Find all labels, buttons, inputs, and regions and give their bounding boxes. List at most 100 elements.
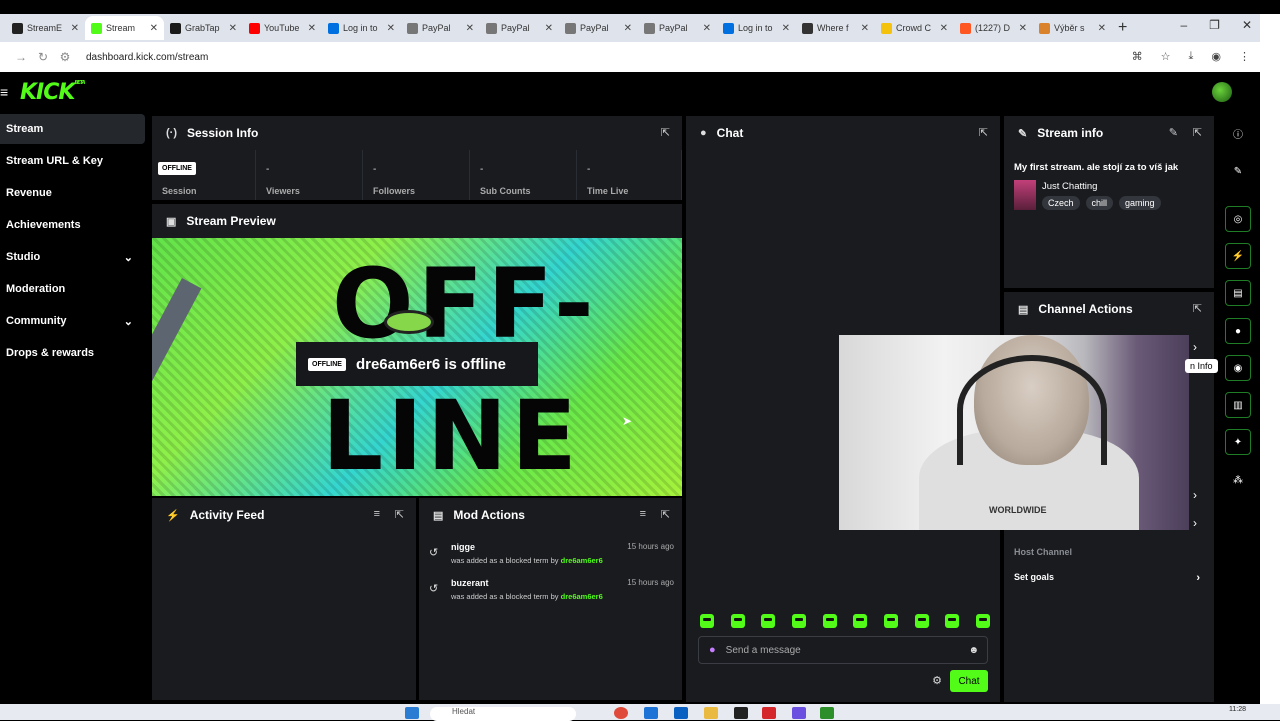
nvidia-icon[interactable] [820, 707, 834, 719]
stream-tag[interactable]: gaming [1119, 196, 1161, 210]
info-icon[interactable]: ⓘ [1225, 120, 1251, 146]
more-widgets-icon[interactable]: ⁂ [1225, 467, 1251, 493]
chat-send-button[interactable]: Chat [950, 670, 988, 692]
tools-widget-icon[interactable]: ✦ [1225, 429, 1251, 455]
sidebar-item-achievements[interactable]: Achievements [0, 210, 145, 240]
site-settings-icon[interactable]: ⚙ [54, 50, 76, 64]
chevron-right-icon[interactable]: › [1193, 516, 1197, 530]
emote-icon[interactable] [945, 614, 960, 628]
browser-tab[interactable]: Where f ✕ [796, 16, 875, 40]
browser-tab[interactable]: PayPal ✕ [638, 16, 717, 40]
filter-icon[interactable]: ≡ [640, 508, 646, 520]
sidebar-item-drops-rewards[interactable]: Drops & rewards [0, 338, 145, 368]
taskbar-search[interactable]: Hledat [430, 707, 576, 721]
set-goals-row[interactable]: Set goals › [1014, 572, 1204, 584]
emote-icon[interactable] [883, 614, 898, 628]
emote-icon[interactable] [914, 614, 929, 628]
sidebar-item-revenue[interactable]: Revenue [0, 178, 145, 208]
browser-tab[interactable]: PayPal ✕ [480, 16, 559, 40]
tab-close-icon[interactable]: ✕ [861, 23, 869, 34]
browser-tab[interactable]: PayPal ✕ [559, 16, 638, 40]
tab-close-icon[interactable]: ✕ [940, 23, 948, 34]
hamburger-menu-icon[interactable]: ≡ [0, 84, 8, 100]
sidebar-item-stream[interactable]: Stream [0, 114, 145, 144]
sidebar-item-studio[interactable]: Studio ⌄ [0, 242, 145, 272]
emote-icon[interactable] [853, 614, 868, 628]
reload-icon[interactable]: ↻ [32, 50, 54, 64]
tab-close-icon[interactable]: ✕ [624, 23, 632, 34]
popout-icon[interactable]: ⇱ [395, 508, 404, 521]
browser-tab[interactable]: PayPal ✕ [401, 16, 480, 40]
filter-icon[interactable]: ≡ [374, 508, 380, 520]
tab-close-icon[interactable]: ✕ [466, 23, 474, 34]
minimize-icon[interactable]: – [1180, 18, 1187, 32]
actions-widget-icon[interactable]: ▥ [1225, 392, 1251, 418]
tab-close-icon[interactable]: ✕ [545, 23, 553, 34]
tab-close-icon[interactable]: ✕ [150, 23, 158, 34]
kick-logo[interactable]: KICKBETA [20, 80, 86, 105]
maximize-icon[interactable]: ❐ [1209, 18, 1220, 32]
pencil-icon[interactable]: ✎ [1225, 158, 1251, 184]
popout-icon[interactable]: ⇱ [1193, 126, 1202, 139]
host-channel-row[interactable]: Host Channel [1014, 547, 1204, 557]
tab-close-icon[interactable]: ✕ [1019, 23, 1027, 34]
stream-tag[interactable]: Czech [1042, 196, 1080, 210]
chevron-right-icon[interactable]: › [1193, 488, 1197, 502]
profile-icon[interactable]: ◉ [1211, 50, 1221, 63]
browser-tab[interactable]: StreamE ✕ [6, 16, 85, 40]
browser-tab[interactable]: Výběr s ✕ [1033, 16, 1112, 40]
bookmark-star-icon[interactable]: ☆ [1161, 50, 1171, 63]
moderator-name[interactable]: dre6am6er6 [561, 556, 603, 565]
activity-widget-icon[interactable]: ⚡ [1225, 243, 1251, 269]
popout-icon[interactable]: ⇱ [1193, 302, 1202, 315]
emote-icon[interactable] [822, 614, 837, 628]
browser-tab[interactable]: Stream ✕ [85, 16, 164, 40]
folder-icon[interactable] [704, 707, 718, 719]
session-widget-icon[interactable]: ◎ [1225, 206, 1251, 232]
emote-icon[interactable] [700, 614, 714, 628]
chat-settings-gear-icon[interactable]: ⚙ [932, 674, 942, 687]
moderator-name[interactable]: dre6am6er6 [561, 592, 603, 601]
popout-icon[interactable]: ⇱ [979, 126, 988, 139]
tab-close-icon[interactable]: ✕ [1098, 23, 1106, 34]
chat-widget-icon[interactable]: ● [1225, 318, 1251, 344]
emote-icon[interactable] [975, 614, 990, 628]
sidebar-item-stream-url-key[interactable]: Stream URL & Key [0, 146, 145, 176]
url-field[interactable]: dashboard.kick.com/stream [86, 52, 208, 63]
tab-close-icon[interactable]: ✕ [387, 23, 395, 34]
chat-message-input[interactable]: ● Send a message ☻ [698, 636, 988, 664]
browser-tab[interactable]: (1227) D ✕ [954, 16, 1033, 40]
outlook-icon[interactable] [674, 707, 688, 719]
browser-tab[interactable]: Crowd C ✕ [875, 16, 954, 40]
chevron-right-icon[interactable]: › [1193, 340, 1197, 354]
emoji-picker-icon[interactable]: ☻ [968, 645, 979, 656]
popout-icon[interactable]: ⇱ [661, 508, 670, 521]
translate-icon[interactable]: ⌘ [1132, 50, 1143, 63]
edge-icon[interactable] [644, 707, 658, 719]
emote-icon[interactable] [730, 614, 745, 628]
emote-icon[interactable] [761, 614, 776, 628]
tab-close-icon[interactable]: ✕ [308, 23, 316, 34]
edit-pencil-icon[interactable]: ✎ [1169, 126, 1178, 139]
browser-tab[interactable]: Log in to ✕ [322, 16, 401, 40]
emote-icon[interactable] [791, 614, 806, 628]
menu-kebab-icon[interactable]: ⋮ [1239, 50, 1250, 63]
download-icon[interactable]: ⤓ [1189, 50, 1194, 63]
chrome-icon[interactable] [614, 707, 628, 719]
mod-widget-icon[interactable]: ▤ [1225, 280, 1251, 306]
app-icon[interactable] [734, 707, 748, 719]
tab-close-icon[interactable]: ✕ [782, 23, 790, 34]
windows-start-icon[interactable] [405, 707, 419, 719]
microphone-icon[interactable]: ● [709, 644, 716, 656]
undo-icon[interactable]: ↺ [429, 546, 438, 559]
close-window-icon[interactable]: ✕ [1242, 18, 1252, 32]
forward-icon[interactable]: → [10, 50, 32, 64]
discord-icon[interactable] [792, 707, 806, 719]
undo-icon[interactable]: ↺ [429, 582, 438, 595]
new-tab-button[interactable]: + [1118, 19, 1127, 37]
popout-icon[interactable]: ⇱ [661, 126, 670, 139]
browser-tab[interactable]: GrabTap ✕ [164, 16, 243, 40]
tab-close-icon[interactable]: ✕ [229, 23, 237, 34]
user-avatar[interactable] [1212, 82, 1232, 102]
app-icon[interactable] [762, 707, 776, 719]
